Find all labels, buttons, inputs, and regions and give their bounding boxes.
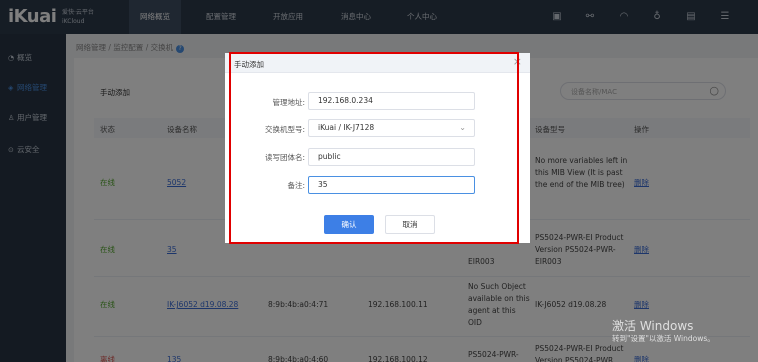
- activation-watermark-title: 激活 Windows: [612, 319, 694, 333]
- activation-watermark-text: 转到"设置"以激活 Windows。: [612, 334, 715, 343]
- highlight-frame: [229, 52, 519, 244]
